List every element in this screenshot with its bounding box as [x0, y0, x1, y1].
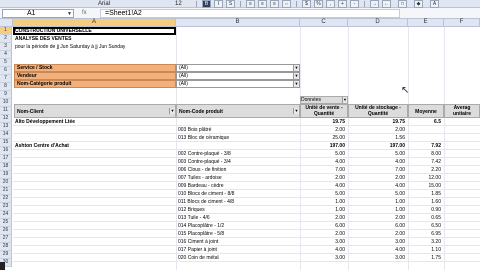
filter-value: (All) [179, 81, 188, 87]
chevron-down-icon[interactable]: ▼ [293, 81, 299, 87]
pivot-product-label: Nom-Code produit [179, 109, 223, 115]
borders-icon[interactable]: □ [398, 0, 407, 8]
filter-dropdown-category[interactable]: (All) ▼ [176, 80, 300, 88]
merge-center-icon[interactable]: ⇔ [282, 0, 291, 8]
filter-label-category: Nom-Catégorie produit [14, 80, 176, 88]
toolbar-separator [296, 1, 297, 7]
row-header[interactable]: 3 [0, 43, 12, 51]
row-header[interactable]: 27 [0, 235, 12, 243]
row-header[interactable]: 16 [0, 147, 12, 155]
toolbar-separator [196, 1, 197, 7]
insert-function-icon[interactable]: fx [82, 9, 87, 18]
formatting-toolbar: Arial 12 B I S ≡ ≡ ≡ ⇔ $ % , + - → ← □ ◆… [0, 0, 480, 8]
row-header[interactable]: 10 [0, 99, 12, 107]
chevron-down-icon[interactable]: ▼ [169, 108, 175, 114]
pivot-row-field-client[interactable]: Nom-Client ▼ [14, 104, 176, 118]
filter-dropdown-service[interactable]: (All) ▼ [176, 64, 300, 72]
formula-input[interactable]: =Sheet1!A2 [100, 9, 400, 18]
row-header[interactable]: 9 [0, 91, 12, 99]
pivot-col-average-unit: Averag unitaire [444, 104, 480, 118]
row-header[interactable]: 4 [0, 51, 12, 59]
row-header[interactable]: 12 [0, 115, 12, 123]
column-header-f[interactable]: F [444, 19, 480, 27]
row-header[interactable]: 18 [0, 163, 12, 171]
row-header[interactable]: 28 [0, 243, 12, 251]
row-header[interactable]: 11 [0, 107, 12, 115]
row-header[interactable]: 21 [0, 187, 12, 195]
report-subtitle: ANALYSE DES VENTES [15, 36, 72, 42]
name-box-value: A1 [27, 10, 36, 17]
font-size-box[interactable]: 12 [175, 0, 182, 8]
toolbar-separator [364, 1, 365, 7]
row-header[interactable]: 7 [0, 75, 12, 83]
increase-decimal-icon[interactable]: + [338, 0, 347, 8]
italic-button[interactable]: I [214, 0, 223, 8]
chevron-down-icon[interactable]: ▼ [293, 73, 299, 79]
underline-button[interactable]: S [226, 0, 235, 8]
bold-button[interactable]: B [202, 0, 211, 8]
taskbar-edge [0, 262, 5, 270]
column-header-e[interactable]: E [408, 19, 444, 27]
pivot-client-label: Nom-Client [17, 109, 44, 115]
row-header[interactable]: 2 [0, 35, 12, 43]
align-right-icon[interactable]: ≡ [270, 0, 279, 8]
formula-bar: A1 ▼ fx =Sheet1!A2 [0, 8, 480, 19]
pivot-col-units-stock: Unité de stockage - Quantité [348, 104, 408, 118]
row-header[interactable]: 24 [0, 211, 12, 219]
row-header[interactable]: 14 [0, 131, 12, 139]
chevron-down-icon[interactable]: ▼ [67, 10, 72, 18]
column-header-d[interactable]: D [348, 19, 408, 27]
fill-color-icon[interactable]: ◆ [414, 0, 423, 8]
row-header[interactable]: 17 [0, 155, 12, 163]
row-header[interactable]: 6 [0, 67, 12, 75]
row-header[interactable]: 29 [0, 251, 12, 259]
filter-label-vendeur: Vendeur [14, 72, 176, 80]
row-header[interactable]: 25 [0, 219, 12, 227]
outdent-icon[interactable]: ← [382, 0, 391, 8]
align-center-icon[interactable]: ≡ [258, 0, 267, 8]
filter-value: (All) [179, 73, 188, 79]
row-header[interactable]: 1 [0, 27, 12, 35]
row-header[interactable]: 19 [0, 171, 12, 179]
row-header[interactable]: 26 [0, 227, 12, 235]
row-header[interactable]: 5 [0, 59, 12, 67]
pivot-col-average: Moyenne [408, 104, 444, 118]
pivot-data-field[interactable]: Données ▼ [300, 96, 348, 104]
chevron-down-icon[interactable]: ▼ [342, 97, 347, 103]
pivot-col-units-sale: Unité de vente - Quantité [300, 104, 348, 118]
row-header[interactable]: 15 [0, 139, 12, 147]
filter-label-service: Service / Stock [14, 64, 176, 72]
row-header[interactable]: 8 [0, 83, 12, 91]
row-header[interactable]: 22 [0, 195, 12, 203]
column-header-c[interactable]: C [300, 19, 348, 27]
row-header[interactable]: 20 [0, 179, 12, 187]
filter-value: (All) [179, 65, 188, 71]
font-name-box[interactable]: Arial [98, 0, 110, 8]
row-header[interactable]: 23 [0, 203, 12, 211]
pivot-data-label: Données [301, 97, 322, 103]
chevron-down-icon[interactable]: ▼ [293, 65, 299, 71]
toolbar-separator [240, 1, 241, 7]
currency-icon[interactable]: $ [302, 0, 311, 8]
percent-icon[interactable]: % [314, 0, 323, 8]
column-header-a[interactable]: A [13, 19, 176, 27]
name-box[interactable]: A1 ▼ [2, 9, 74, 18]
chevron-down-icon[interactable]: ▼ [293, 108, 299, 114]
row-header[interactable]: 13 [0, 123, 12, 131]
indent-icon[interactable]: → [370, 0, 379, 8]
decrease-decimal-icon[interactable]: - [350, 0, 359, 8]
active-cell-outline [13, 27, 176, 35]
select-all-corner[interactable] [0, 19, 13, 27]
font-color-icon[interactable]: A [430, 0, 439, 8]
column-header-b[interactable]: B [176, 19, 300, 27]
pivot-row-field-product[interactable]: Nom-Code produit ▼ [176, 104, 300, 118]
align-left-icon[interactable]: ≡ [246, 0, 255, 8]
report-period: pour la période de jj Jun Saturday à jj … [15, 44, 126, 50]
gridline [13, 261, 480, 262]
filter-dropdown-vendeur[interactable]: (All) ▼ [176, 72, 300, 80]
mouse-cursor-icon: ↖ [401, 85, 410, 96]
comma-style-icon[interactable]: , [326, 0, 335, 8]
